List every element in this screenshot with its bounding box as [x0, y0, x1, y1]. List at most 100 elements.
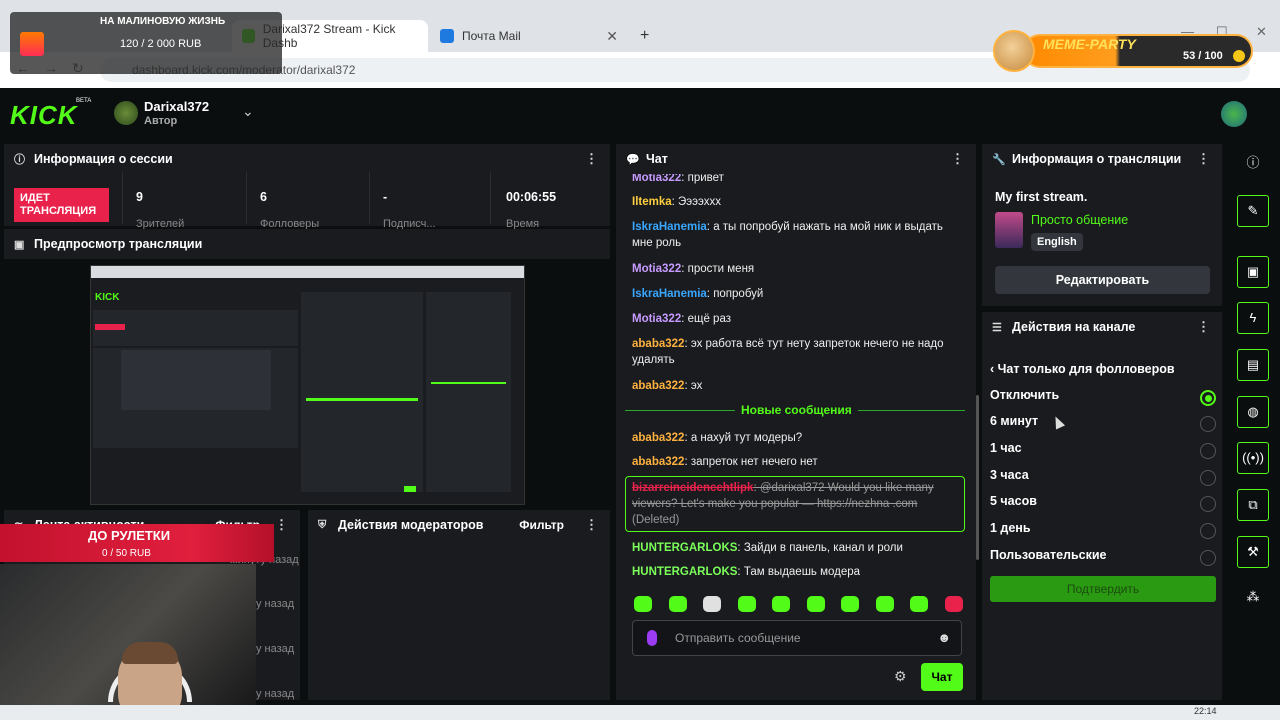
more-options-icon[interactable]: ⋮: [585, 151, 598, 167]
followers-only-option[interactable]: 5 часов: [990, 494, 1216, 514]
emote-icon[interactable]: [772, 596, 790, 612]
chat-username[interactable]: IskraHanemia: [632, 288, 707, 300]
chat-message[interactable]: Motia322: прости меня: [632, 261, 962, 277]
chat-message[interactable]: HUNTERGARLOKS: Там выдаешь модера: [632, 564, 962, 580]
chat-text: Там выдаешь модера: [743, 566, 861, 578]
roulette-goal-overlay: ДО РУЛЕТКИ 0 / 50 RUB: [0, 524, 274, 562]
confirm-button[interactable]: Подтвердить: [990, 576, 1216, 602]
new-tab-button[interactable]: +: [630, 20, 659, 52]
emote-icon[interactable]: [875, 596, 894, 612]
more-options-icon[interactable]: ⋮: [951, 151, 964, 167]
emote-icon[interactable]: [910, 596, 928, 612]
chat-message[interactable]: Motia322: ещё раз: [632, 311, 962, 327]
info-icon: ⓘ: [14, 154, 25, 166]
user-avatar[interactable]: [1221, 101, 1247, 127]
filter-button[interactable]: Фильтр: [519, 518, 564, 532]
chat-message[interactable]: ababa322: а нахуй тут модеры?: [632, 430, 962, 446]
emote-icon[interactable]: [703, 596, 721, 612]
chat-message-deleted[interactable]: bizarreincidencehtlipk: @darixal372 Woul…: [632, 480, 962, 528]
chat-username[interactable]: Motia322: [632, 313, 681, 325]
chat-username[interactable]: Motia322: [632, 263, 681, 275]
category-thumbnail: [995, 212, 1023, 248]
channel-avatar: [114, 101, 138, 125]
chat-username[interactable]: HUNTERGARLOKS: [632, 566, 737, 578]
chat-username[interactable]: ababa322: [632, 338, 684, 350]
radio-button[interactable]: [1200, 496, 1216, 512]
chat-message[interactable]: ababa322: запреток нет нечего нет: [632, 454, 962, 470]
emote-icon[interactable]: [944, 596, 963, 612]
gear-icon[interactable]: ⚙: [894, 668, 907, 685]
chat-message[interactable]: IskraHanemia: попробуй: [632, 286, 962, 302]
emote-icon[interactable]: [737, 596, 756, 612]
bolt-icon[interactable]: ϟ: [1237, 302, 1269, 334]
chat-username[interactable]: IskraHanemia: [632, 221, 707, 233]
pencil-icon[interactable]: ✎: [1237, 195, 1269, 227]
chat-message[interactable]: IskraHanemia: а ты попробуй нажать на мо…: [632, 219, 962, 251]
emoji-icon[interactable]: ☻: [937, 630, 951, 645]
camera-icon[interactable]: ▣: [1237, 256, 1269, 288]
preview-browser-bar: [91, 266, 524, 278]
preview-nested-video: [121, 350, 271, 410]
radio-button[interactable]: [1200, 470, 1216, 486]
chat-message[interactable]: ababa322: эх: [632, 378, 962, 394]
list-icon: ☰: [992, 321, 1002, 334]
layers-icon[interactable]: ⧉: [1237, 489, 1269, 521]
info-icon[interactable]: ⓘ: [1237, 148, 1269, 180]
option-label: Пользовательские: [990, 548, 1107, 562]
chat-text: эх: [690, 380, 703, 392]
microphone-icon[interactable]: [647, 630, 657, 646]
chat-username[interactable]: ababa322: [632, 380, 684, 392]
radio-button[interactable]: [1200, 443, 1216, 459]
kick-logo[interactable]: KICK: [10, 100, 78, 131]
chat-text: запреток нет нечего нет: [690, 456, 818, 468]
chat-message[interactable]: Iltemka: Ээээххх: [632, 194, 962, 210]
chat-scrollbar[interactable]: [976, 395, 979, 560]
radio-button[interactable]: [1200, 550, 1216, 566]
chat-username[interactable]: ababa322: [632, 456, 684, 468]
wrench-icon[interactable]: ⚒: [1237, 536, 1269, 568]
doge-icon: [993, 30, 1035, 72]
users-icon[interactable]: ⁂: [1237, 582, 1269, 614]
followers-only-option[interactable]: 1 день: [990, 521, 1216, 541]
followers-only-option[interactable]: 3 часа: [990, 468, 1216, 488]
chat-username[interactable]: HUNTERGARLOKS: [632, 542, 737, 554]
emote-icon[interactable]: [668, 596, 687, 612]
chevron-down-icon[interactable]: ⌄: [242, 103, 254, 120]
chat-icon[interactable]: ◍: [1237, 396, 1269, 428]
channel-name[interactable]: Darixal372: [144, 99, 209, 114]
emote-icon[interactable]: [806, 596, 825, 612]
tab-label: Почта Mail: [462, 29, 521, 43]
emote-icon[interactable]: [634, 596, 652, 612]
more-options-icon[interactable]: ⋮: [275, 517, 288, 533]
send-chat-button[interactable]: Чат: [921, 663, 963, 691]
broadcast-icon[interactable]: ((•)): [1237, 442, 1269, 474]
chat-username[interactable]: ababa322: [632, 432, 684, 444]
back-button[interactable]: ‹ Чат только для фолловеров: [990, 362, 1175, 376]
followers-only-option[interactable]: 1 час: [990, 441, 1216, 461]
radio-button[interactable]: [1200, 390, 1216, 406]
radio-button[interactable]: [1200, 523, 1216, 539]
close-window-icon[interactable]: ✕: [1256, 24, 1267, 40]
tab-mail[interactable]: Почта Mail ✕: [430, 20, 626, 52]
document-icon[interactable]: ▤: [1237, 349, 1269, 381]
chat-username[interactable]: bizarreincidencehtlipk: [632, 482, 753, 494]
more-options-icon[interactable]: ⋮: [1197, 319, 1210, 335]
panel-title: Действия модераторов: [338, 518, 484, 532]
edit-button[interactable]: Редактировать: [995, 266, 1210, 294]
more-options-icon[interactable]: ⋮: [1197, 151, 1210, 167]
meme-party-title: MEME-PARTY: [1043, 36, 1136, 52]
followers-only-option[interactable]: Пользовательские: [990, 548, 1216, 568]
followers-only-option[interactable]: 6 минут: [990, 414, 1216, 434]
chat-message[interactable]: ababa322: эх работа всё тут нету запрето…: [632, 336, 962, 368]
stream-preview-video[interactable]: KICK: [90, 265, 525, 505]
chat-input[interactable]: Отправить сообщение ☻: [632, 620, 962, 656]
close-tab-icon[interactable]: ✕: [606, 28, 618, 45]
activity-time: у назад: [256, 643, 295, 655]
stream-category[interactable]: Просто общение: [1031, 213, 1128, 227]
chat-message[interactable]: HUNTERGARLOKS: Зайди в панель, канал и р…: [632, 540, 962, 556]
more-options-icon[interactable]: ⋮: [585, 517, 598, 533]
chat-username[interactable]: Iltemka: [632, 196, 672, 208]
emote-icon[interactable]: [841, 596, 859, 612]
followers-only-option[interactable]: Отключить: [990, 388, 1216, 408]
radio-button[interactable]: [1200, 416, 1216, 432]
